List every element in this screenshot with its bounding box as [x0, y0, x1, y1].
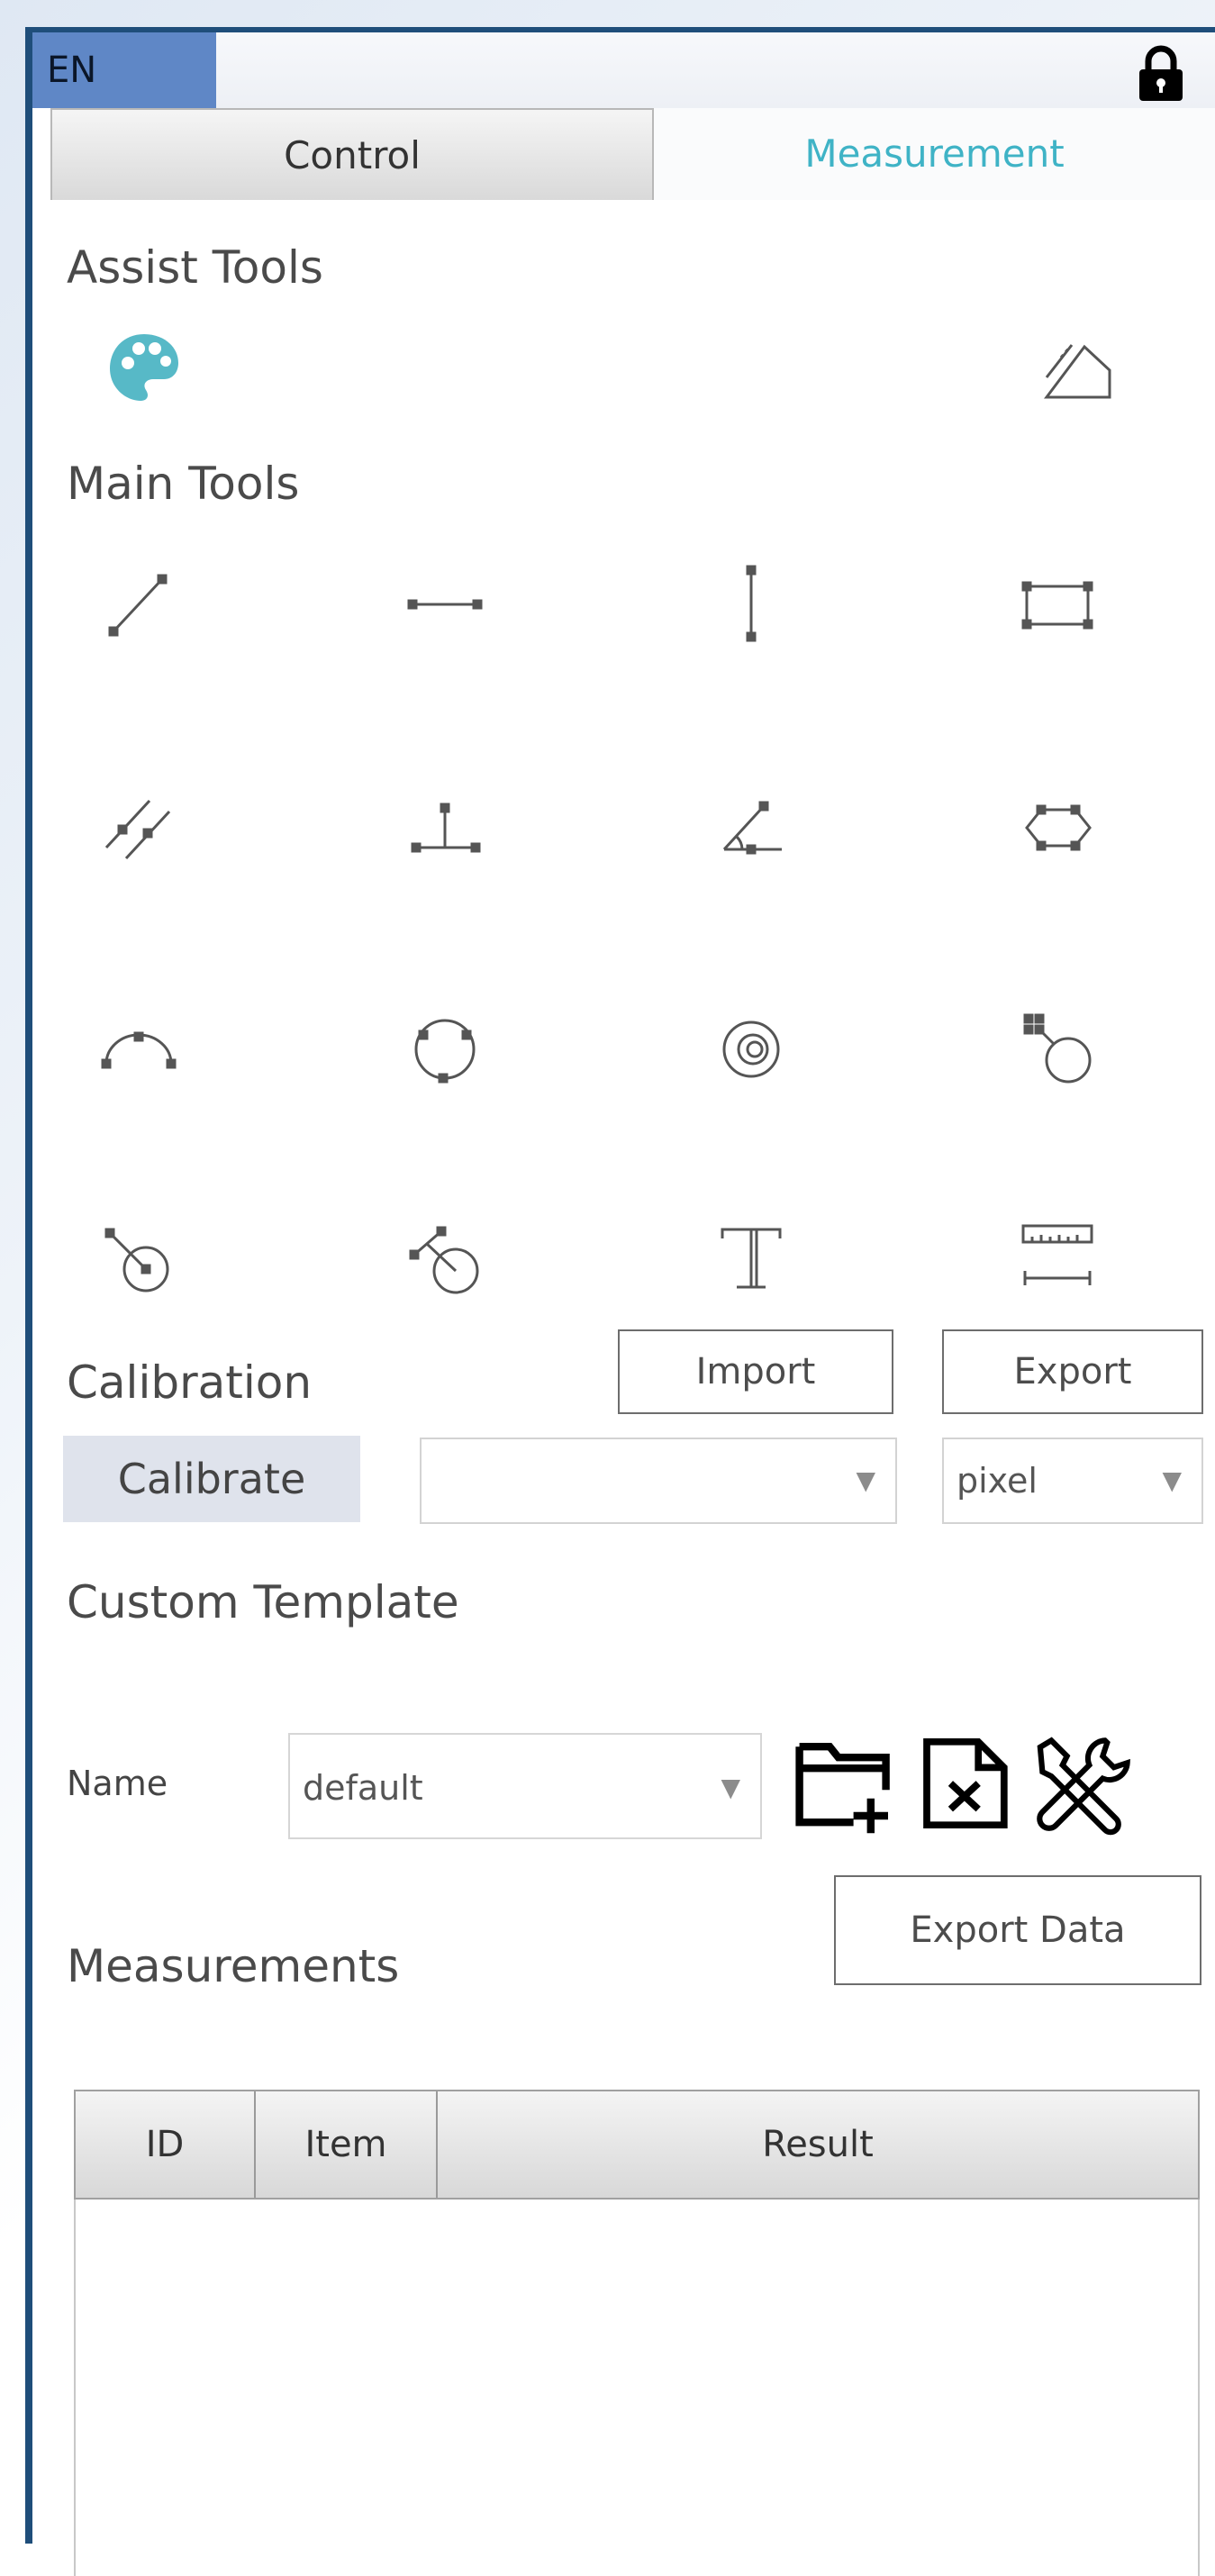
column-header-result[interactable]: Result	[438, 2091, 1198, 2198]
chevron-down-icon: ▼	[721, 1773, 740, 1802]
export-button[interactable]: Export	[942, 1329, 1203, 1414]
arc-icon[interactable]	[85, 998, 193, 1097]
angle-icon[interactable]	[697, 776, 805, 875]
measurements-title: Measurements	[67, 1940, 400, 1992]
chevron-down-icon: ▼	[1162, 1465, 1182, 1495]
horizontal-line-icon[interactable]	[391, 555, 499, 654]
template-name-label: Name	[67, 1764, 168, 1803]
line-icon[interactable]	[85, 555, 193, 654]
import-button[interactable]: Import	[618, 1329, 893, 1414]
concentric-circles-icon[interactable]	[697, 998, 805, 1097]
chevron-down-icon: ▼	[856, 1465, 875, 1495]
lock-icon[interactable]	[1136, 45, 1186, 103]
calibration-title: Calibration	[67, 1356, 313, 1409]
measurements-table-header: ID Item Result	[74, 2090, 1200, 2200]
new-folder-icon[interactable]	[791, 1729, 899, 1837]
scale-bar-icon[interactable]	[1003, 1209, 1111, 1308]
parallel-lines-icon[interactable]	[85, 776, 193, 875]
column-header-item[interactable]: Item	[256, 2091, 438, 2198]
perpendicular-icon[interactable]	[391, 776, 499, 875]
template-name-value: default	[303, 1768, 423, 1808]
point-circle-distance-icon[interactable]	[85, 1209, 193, 1308]
window-frame-left	[25, 29, 32, 2544]
custom-template-title: Custom Template	[67, 1576, 459, 1628]
language-button[interactable]: EN	[32, 32, 216, 108]
tab-control[interactable]: Control	[50, 108, 654, 200]
point-to-circle-icon[interactable]	[1003, 998, 1111, 1097]
palette-icon[interactable]	[90, 319, 198, 418]
tab-bar: Control Measurement	[32, 108, 1215, 200]
circle-icon[interactable]	[391, 998, 499, 1097]
polygon-icon[interactable]	[1003, 776, 1111, 875]
export-data-button[interactable]: Export Data	[834, 1875, 1201, 1985]
unit-value: pixel	[957, 1461, 1038, 1501]
measurements-table-body[interactable]	[74, 2200, 1200, 2576]
unit-select[interactable]: pixel ▼	[942, 1438, 1203, 1524]
line-circle-distance-icon[interactable]	[391, 1209, 499, 1308]
measurement-panel: EN Control Measurement Assist Tools Main…	[32, 32, 1215, 2576]
template-name-select[interactable]: default ▼	[288, 1733, 762, 1839]
top-bar: EN	[32, 32, 1215, 108]
column-header-id[interactable]: ID	[76, 2091, 256, 2198]
vertical-line-icon[interactable]	[697, 555, 805, 654]
assist-tools-title: Assist Tools	[67, 241, 323, 294]
tab-measurement[interactable]: Measurement	[654, 108, 1215, 200]
delete-file-icon[interactable]	[917, 1729, 1016, 1837]
calibrate-button[interactable]: Calibrate	[63, 1436, 360, 1522]
area-shading-icon[interactable]	[1021, 319, 1129, 418]
tools-icon[interactable]	[1027, 1729, 1138, 1841]
text-icon[interactable]	[697, 1209, 805, 1308]
main-tools-title: Main Tools	[67, 458, 300, 510]
calibration-profile-select[interactable]: ▼	[420, 1438, 897, 1524]
rectangle-icon[interactable]	[1003, 555, 1111, 654]
